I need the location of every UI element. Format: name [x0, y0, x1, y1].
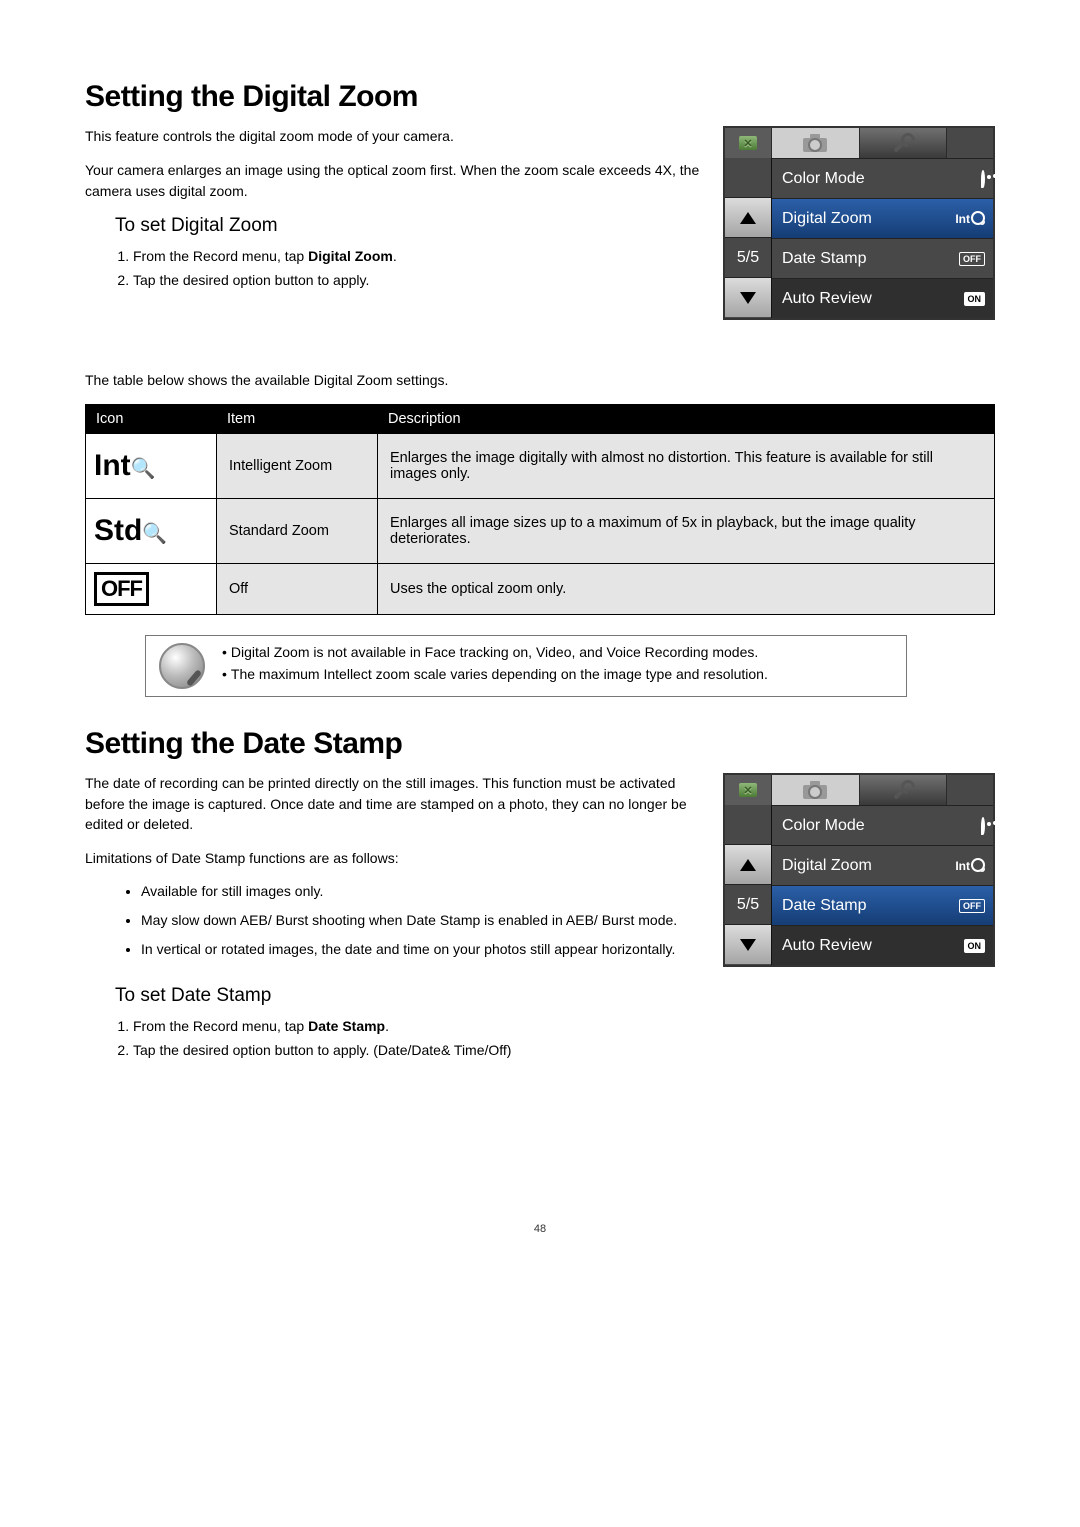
menu-item-label: Digital Zoom: [782, 210, 872, 228]
dz-step-2: Tap the desired option button to apply.: [133, 269, 703, 293]
int-zoom-icon: Int🔍: [94, 451, 156, 481]
menu-camera-tab[interactable]: [772, 128, 860, 158]
ds-limit-3: In vertical or rotated images, the date …: [141, 940, 703, 959]
cell-item: Standard Zoom: [217, 499, 378, 564]
palette-icon: [981, 819, 985, 833]
menu-item-auto-review[interactable]: Auto Review ON: [772, 925, 993, 965]
note-bullet-2: The maximum Intellect zoom scale varies …: [222, 666, 894, 682]
close-icon: ✕: [739, 136, 757, 150]
close-icon: ✕: [739, 783, 757, 797]
cell-item: Off: [217, 564, 378, 615]
page-number: 48: [85, 1223, 995, 1235]
camera-menu-screenshot-1: ✕ 5/5 Color Mode: [723, 126, 995, 320]
menu-close-tab[interactable]: ✕: [725, 128, 772, 158]
camera-icon: [803, 781, 827, 799]
table-row: Int🔍 Intelligent Zoom Enlarges the image…: [86, 434, 995, 499]
ds-step-2: Tap the desired option button to apply. …: [133, 1039, 995, 1063]
on-badge-icon: ON: [964, 939, 986, 953]
menu-item-color-mode[interactable]: Color Mode: [772, 158, 993, 198]
menu-item-auto-review[interactable]: Auto Review ON: [772, 278, 993, 318]
menu-item-label: Digital Zoom: [782, 857, 872, 875]
menu-item-label: Color Mode: [782, 817, 865, 835]
menu-setup-tab[interactable]: [860, 775, 948, 805]
subheading-set-dz: To set Digital Zoom: [115, 215, 703, 237]
off-badge-icon: OFF: [959, 252, 985, 266]
cell-item: Intelligent Zoom: [217, 434, 378, 499]
cell-desc: Enlarges the image digitally with almost…: [378, 434, 995, 499]
dz-step-1: From the Record menu, tap Digital Zoom.: [133, 245, 703, 269]
menu-camera-tab[interactable]: [772, 775, 860, 805]
ds-limit-1: Available for still images only.: [141, 882, 703, 901]
pushpin-icon: [159, 643, 205, 689]
wrench-icon: [893, 133, 913, 153]
triangle-down-icon: [740, 292, 756, 304]
menu-item-label: Color Mode: [782, 170, 865, 188]
menu-item-label: Date Stamp: [782, 897, 866, 915]
ds-intro-2: Limitations of Date Stamp functions are …: [85, 848, 703, 868]
menu-scroll-down[interactable]: [725, 924, 771, 964]
menu-item-digital-zoom[interactable]: Digital Zoom Int: [772, 198, 993, 238]
heading-date-stamp: Setting the Date Stamp: [85, 727, 995, 761]
th-description: Description: [378, 405, 995, 434]
ds-step-1: From the Record menu, tap Date Stamp.: [133, 1015, 995, 1039]
menu-setup-tab[interactable]: [860, 128, 948, 158]
on-badge-icon: ON: [964, 292, 986, 306]
camera-menu-screenshot-2: ✕ 5/5 Color Mode: [723, 773, 995, 967]
menu-item-date-stamp[interactable]: Date Stamp OFF: [772, 885, 993, 925]
triangle-up-icon: [740, 212, 756, 224]
off-icon: OFF: [94, 572, 149, 606]
note-box: Digital Zoom is not available in Face tr…: [145, 635, 907, 697]
cell-desc: Enlarges all image sizes up to a maximum…: [378, 499, 995, 564]
menu-item-label: Date Stamp: [782, 250, 866, 268]
digital-zoom-settings-table: Icon Item Description Int🔍 Intelligent Z…: [85, 404, 995, 615]
menu-blank-tab: [947, 128, 993, 158]
ds-limit-2: May slow down AEB/ Burst shooting when D…: [141, 911, 703, 930]
ds-intro-1: The date of recording can be printed dir…: [85, 773, 703, 834]
menu-scroll-up[interactable]: [725, 844, 771, 884]
table-row: Std🔍 Standard Zoom Enlarges all image si…: [86, 499, 995, 564]
menu-item-digital-zoom[interactable]: Digital Zoom Int: [772, 845, 993, 885]
dz-intro-2: Your camera enlarges an image using the …: [85, 160, 703, 201]
th-item: Item: [217, 405, 378, 434]
th-icon: Icon: [86, 405, 217, 434]
subheading-set-ds: To set Date Stamp: [115, 985, 995, 1007]
wrench-icon: [893, 780, 913, 800]
menu-scroll-down[interactable]: [725, 277, 771, 317]
heading-digital-zoom: Setting the Digital Zoom: [85, 80, 995, 114]
menu-item-label: Auto Review: [782, 290, 872, 308]
triangle-down-icon: [740, 939, 756, 951]
note-bullet-1: Digital Zoom is not available in Face tr…: [222, 644, 894, 660]
menu-item-date-stamp[interactable]: Date Stamp OFF: [772, 238, 993, 278]
dz-intro-1: This feature controls the digital zoom m…: [85, 126, 703, 146]
menu-page-indicator: 5/5: [725, 884, 771, 924]
menu-close-tab[interactable]: ✕: [725, 775, 772, 805]
camera-icon: [803, 134, 827, 152]
table-intro: The table below shows the available Digi…: [85, 370, 995, 390]
palette-icon: [981, 172, 985, 186]
triangle-up-icon: [740, 859, 756, 871]
menu-item-color-mode[interactable]: Color Mode: [772, 805, 993, 845]
cell-desc: Uses the optical zoom only.: [378, 564, 995, 615]
off-badge-icon: OFF: [959, 899, 985, 913]
menu-page-indicator: 5/5: [725, 237, 771, 277]
int-zoom-icon: Int: [955, 211, 985, 226]
menu-blank-tab: [947, 775, 993, 805]
int-zoom-icon: Int: [955, 858, 985, 873]
menu-scroll-up[interactable]: [725, 197, 771, 237]
menu-item-label: Auto Review: [782, 937, 872, 955]
std-zoom-icon: Std🔍: [94, 516, 167, 546]
table-row: OFF Off Uses the optical zoom only.: [86, 564, 995, 615]
